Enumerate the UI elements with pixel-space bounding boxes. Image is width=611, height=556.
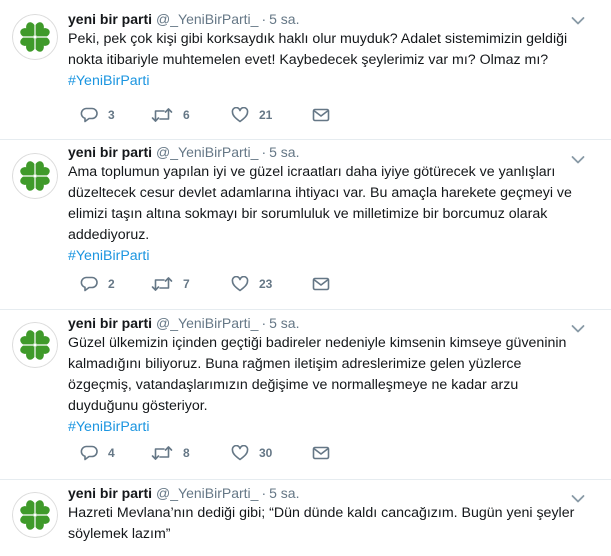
tweet-text-line: düzeltecek cesur devlet adamlarına ihtiy…: [68, 185, 572, 201]
four-leaf-clover-icon[interactable]: [12, 492, 58, 538]
display-name[interactable]: yeni bir parti: [68, 485, 152, 501]
like-button[interactable]: 21: [231, 105, 272, 125]
four-leaf-clover-icon[interactable]: [12, 322, 58, 368]
tweet-actions: 4 8 30: [80, 443, 360, 463]
tweet-text-line: elimizi taşın altına sokmayı bir sorumlu…: [68, 206, 548, 222]
tweet-timeline: yeni bir parti @_YeniBirParti_ · 5 sa. Peki…: [0, 0, 611, 556]
envelope-icon: [312, 108, 330, 122]
tweet-text-line: Hazreti Mevlana’nın dediği gibi; “Dün dü…: [68, 505, 575, 521]
reply-button[interactable]: 2: [80, 274, 115, 294]
direct-message-button[interactable]: [312, 274, 340, 294]
hashtag-link[interactable]: #YeniBirParti: [68, 71, 591, 92]
tweet[interactable]: yeni bir parti @_YeniBirParti_ · 5 sa. Hazr…: [0, 480, 611, 556]
retweet-count: 7: [183, 277, 190, 291]
reply-icon: [80, 107, 98, 123]
tweet-text: Güzel ülkemizin içinden geçtiği badirele…: [68, 333, 591, 417]
tweet-header: yeni bir parti @_YeniBirParti_ · 5 sa.: [68, 10, 591, 28]
user-handle[interactable]: @_YeniBirParti_: [156, 11, 258, 27]
tweet-text: Hazreti Mevlana’nın dediği gibi; “Dün dü…: [68, 503, 591, 545]
tweet-text-line: Peki, pek çok kişi gibi korksaydık haklı…: [68, 31, 568, 47]
separator-dot: ·: [261, 11, 267, 27]
retweet-count: 8: [183, 446, 190, 460]
tweet[interactable]: yeni bir parti @_YeniBirParti_ · 5 sa. Ama …: [0, 140, 611, 310]
retweet-button[interactable]: 8: [151, 443, 190, 463]
envelope-icon: [312, 277, 330, 291]
reply-count: 2: [108, 277, 115, 291]
retweet-icon: [151, 108, 173, 122]
retweet-count: 6: [183, 108, 190, 122]
tweet-actions: 3 6 21: [80, 105, 360, 125]
user-handle[interactable]: @_YeniBirParti_: [156, 144, 258, 160]
tweet-timestamp[interactable]: 5 sa.: [269, 144, 299, 160]
like-count: 23: [259, 277, 273, 291]
reply-icon: [80, 276, 98, 292]
like-button[interactable]: 23: [231, 274, 272, 294]
tweet-timestamp[interactable]: 5 sa.: [269, 315, 299, 331]
tweet-content: yeni bir parti @_YeniBirParti_ · 5 sa. Güze…: [68, 314, 591, 438]
retweet-button[interactable]: 7: [151, 274, 190, 294]
separator-dot: ·: [261, 144, 267, 160]
tweet-header: yeni bir parti @_YeniBirParti_ · 5 sa.: [68, 484, 591, 502]
reply-button[interactable]: 3: [80, 105, 115, 125]
tweet-timestamp[interactable]: 5 sa.: [269, 485, 299, 501]
four-leaf-clover-icon[interactable]: [12, 14, 58, 60]
tweet-text-line: addediyoruz.: [68, 227, 150, 243]
tweet-text-line: özgeçmiş, vatandaşlarımızın değişime ve …: [68, 377, 519, 393]
user-handle[interactable]: @_YeniBirParti_: [156, 485, 258, 501]
four-leaf-clover-icon[interactable]: [12, 153, 58, 199]
tweet-content: yeni bir parti @_YeniBirParti_ · 5 sa. Ama …: [68, 143, 591, 267]
reply-icon: [80, 445, 98, 461]
direct-message-button[interactable]: [312, 105, 340, 125]
tweet-timestamp[interactable]: 5 sa.: [269, 11, 299, 27]
like-button[interactable]: 30: [231, 443, 272, 463]
separator-dot: ·: [261, 315, 267, 331]
tweet-content: yeni bir parti @_YeniBirParti_ · 5 sa. Hazr…: [68, 484, 591, 545]
tweet-actions: 2 7 23: [80, 274, 360, 294]
user-handle[interactable]: @_YeniBirParti_: [156, 315, 258, 331]
tweet-text: Peki, pek çok kişi gibi korksaydık haklı…: [68, 29, 591, 71]
tweet-header: yeni bir parti @_YeniBirParti_ · 5 sa.: [68, 314, 591, 332]
reply-button[interactable]: 4: [80, 443, 115, 463]
tweet-text-line: kalmadığını biliyoruz. Buna rağmen ileti…: [68, 356, 522, 372]
tweet-text-line: Ama toplumun yapılan iyi ve güzel icraat…: [68, 164, 556, 180]
display-name[interactable]: yeni bir parti: [68, 11, 152, 27]
tweet-text-line: söylemek lazım”: [68, 526, 171, 542]
hashtag-link[interactable]: #YeniBirParti: [68, 417, 591, 438]
tweet-content: yeni bir parti @_YeniBirParti_ · 5 sa. Peki…: [68, 10, 591, 92]
retweet-button[interactable]: 6: [151, 105, 190, 125]
like-count: 21: [259, 108, 273, 122]
display-name[interactable]: yeni bir parti: [68, 144, 152, 160]
hashtag-link[interactable]: #YeniBirParti: [68, 246, 591, 267]
tweet[interactable]: yeni bir parti @_YeniBirParti_ · 5 sa. Güze…: [0, 310, 611, 480]
heart-icon: [231, 445, 249, 461]
tweet-text-line: Güzel ülkemizin içinden geçtiği badirele…: [68, 335, 567, 351]
tweet-text: Ama toplumun yapılan iyi ve güzel icraat…: [68, 162, 591, 246]
direct-message-button[interactable]: [312, 443, 340, 463]
tweet-header: yeni bir parti @_YeniBirParti_ · 5 sa.: [68, 143, 591, 161]
tweet[interactable]: yeni bir parti @_YeniBirParti_ · 5 sa. Peki…: [0, 0, 611, 140]
separator-dot: ·: [261, 485, 267, 501]
retweet-icon: [151, 277, 173, 291]
display-name[interactable]: yeni bir parti: [68, 315, 152, 331]
retweet-icon: [151, 446, 173, 460]
tweet-text-line: nokta itibariyle muhtemelen evet! Kaybed…: [68, 52, 549, 68]
envelope-icon: [312, 446, 330, 460]
reply-count: 3: [108, 108, 115, 122]
heart-icon: [231, 276, 249, 292]
reply-count: 4: [108, 446, 115, 460]
like-count: 30: [259, 446, 273, 460]
tweet-text-line: duyduğunu gösteriyor.: [68, 398, 208, 414]
heart-icon: [231, 107, 249, 123]
